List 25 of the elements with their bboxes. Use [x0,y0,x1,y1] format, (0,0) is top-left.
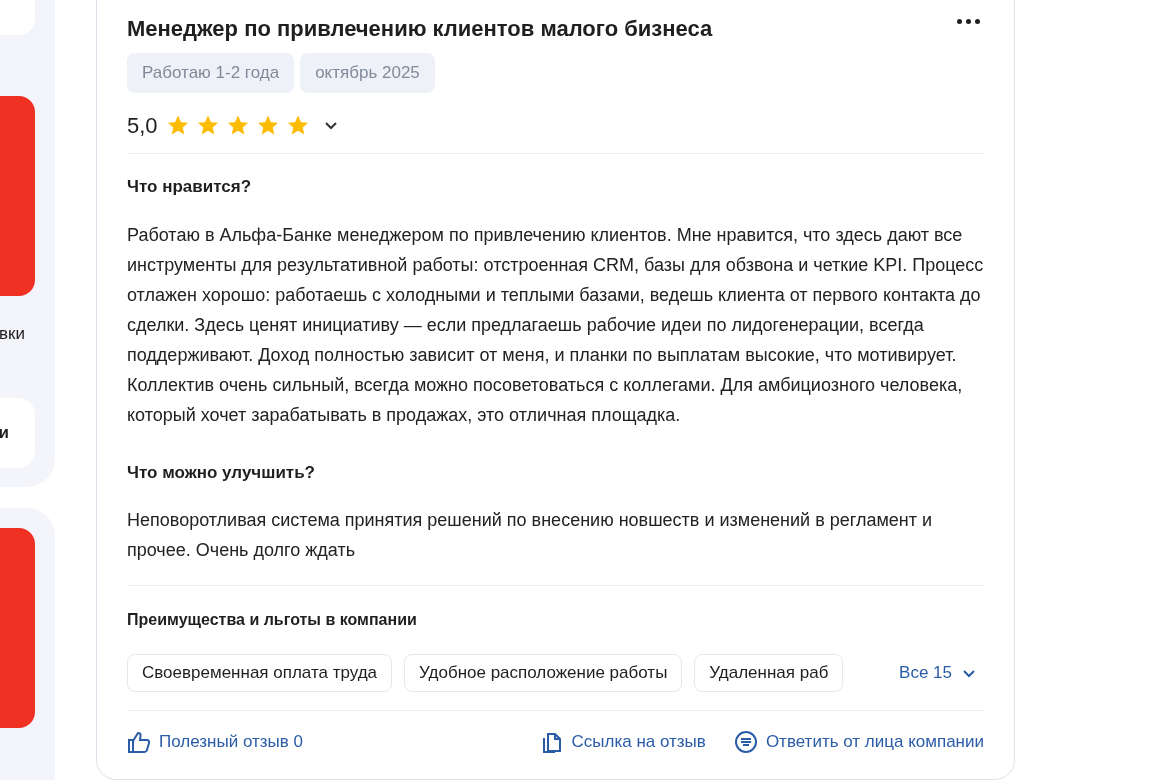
thumbs-up-icon [127,730,151,753]
benefits-title: Преимущества и льготы в компании [127,610,418,630]
show-all-link[interactable]: Все 15 [899,660,984,686]
review-text: Неповоротливая система принятия решений по внесению новшеств и изменений в регламент и прочее. Очень долго ждать [127,509,934,562]
side-text: вки [0,323,25,345]
review-link[interactable]: Ссылка на отзыв [541,729,706,755]
message-icon [733,729,758,754]
benefit-chip: Своевременная оплата труда [127,654,393,692]
chevron-down-icon[interactable] [323,120,338,130]
section-heading: Что можно улучшить? [127,461,316,484]
reply-link[interactable]: Ответить от лица компании [733,729,984,755]
section-heading: Что нравится? [127,176,253,198]
review-title: Менеджер по привлечению клиентов малого бизнеса [127,15,713,43]
side-text: и [0,422,9,445]
rating-value: 5,0 [127,111,158,140]
side-card-inner[interactable]: и [0,398,35,468]
tag: октябрь 2025 [300,53,435,93]
benefit-chip: Удаленная раб [694,654,844,692]
benefit-chip: Удобное расположение работы [404,654,683,692]
helpful-button[interactable]: Полезный отзыв 0 [127,729,303,755]
tag: Работаю 1-2 года [127,53,295,93]
more-icon[interactable] [957,17,980,25]
chevron-down-icon [962,668,976,678]
review-text: Работаю в Альфа-Банке менеджером по привлечению клиентов. Мне нравится, что здесь дают все инструменты для результативной работы: отстроенная CRM, базы для обзвона и четкие KPI. Процесс отлажен хорошо: работаешь с холодными и теплыми базами, ведешь клиента от первого контакта до сделки. Здесь ценят инициативу — если предлагаешь рабочие идеи по лидогенерации, всегда поддерживают. Доход полностью зависит от меня, и планки по выплатам высокие, что мотивирует. Коллектив очень сильный, всегда можно посоветоваться с коллегами. Для амбициозного человека, который хочет зарабатывать в продажах, это отличная площадка. [127,223,984,427]
documents-icon [541,730,564,753]
